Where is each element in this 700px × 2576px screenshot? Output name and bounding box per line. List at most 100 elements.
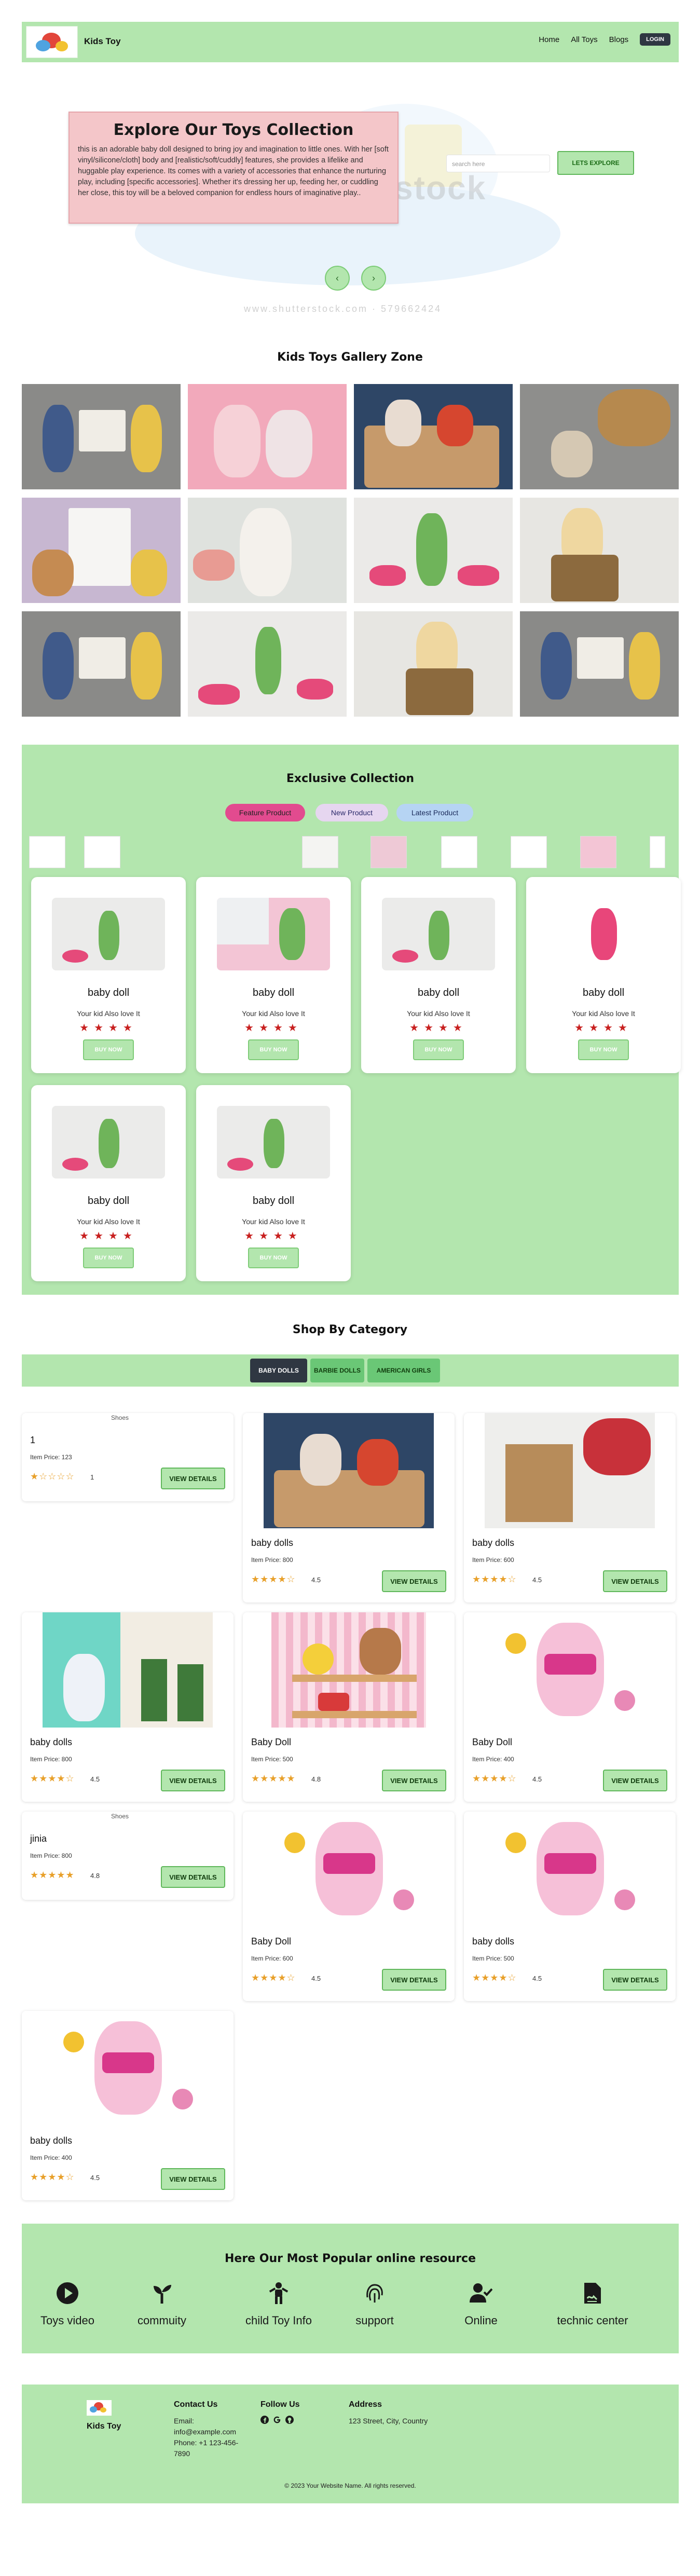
child-icon [269,2282,289,2304]
view-details-button[interactable]: VIEW DETAILS [382,1969,446,1991]
rating-value: 4.5 [311,1576,321,1584]
tab-american-girls[interactable]: AMERICAN GIRLS [367,1359,440,1382]
product-image [52,898,165,970]
resource-child-toy-info[interactable]: child Toy Info [240,2282,318,2327]
gallery-image [520,611,679,717]
hero-search-input[interactable]: search here [446,155,550,172]
card-price: Item Price: 800 [251,1556,293,1564]
gallery-image [188,611,347,717]
category-card: baby dolls Item Price: 400 ★★★★☆ 4.5 VIE… [22,2011,234,2200]
carousel-thumbnail[interactable] [29,836,65,868]
login-button[interactable]: LOGIN [640,33,670,46]
github-icon[interactable] [285,2416,294,2424]
product-image [382,898,495,970]
carousel-thumbnail[interactable] [441,836,477,868]
gallery-image [22,498,181,603]
hero-watermark: stock [394,169,487,207]
footer-brand: Kids Toy [87,2422,121,2431]
resource-community[interactable]: commuity [131,2282,193,2327]
resource-label: child Toy Info [245,2314,312,2327]
file-signature-icon [584,2283,601,2304]
carousel-prev-button[interactable]: ‹ [325,266,350,291]
chevron-right-icon: › [372,272,375,283]
hero-title: Explore Our Toys Collection [113,121,354,139]
tab-barbie-dolls[interactable]: BARBIE DOLLS [310,1359,364,1382]
tab-baby-dolls[interactable]: BABY DOLLS [250,1359,307,1382]
card-price: Item Price: 500 [472,1955,514,1962]
resource-toys-video[interactable]: Toys video [36,2282,99,2327]
view-details-button[interactable]: VIEW DETAILS [603,1570,667,1592]
carousel-thumbnail[interactable] [580,836,616,868]
product-card: baby doll Your kid Also love It ★★★★ BUY… [31,1085,186,1281]
card-price: Item Price: 800 [30,1756,72,1763]
rating-value: 4.5 [311,1975,321,1982]
gallery-title: Kids Toys Gallery Zone [277,351,423,364]
view-details-button[interactable]: VIEW DETAILS [382,1570,446,1592]
carousel-thumbnail[interactable] [302,836,338,868]
product-card: baby doll Your kid Also love It ★★★★ BUY… [31,877,186,1073]
view-details-button[interactable]: VIEW DETAILS [161,1770,225,1791]
carousel-thumbnail[interactable] [84,836,120,868]
card-image [485,1413,655,1528]
carousel-next-button[interactable]: › [361,266,386,291]
view-details-button[interactable]: VIEW DETAILS [603,1770,667,1791]
nav-link-blogs[interactable]: Blogs [609,35,629,44]
hero-watermark-id: www.shutterstock.com · 579662424 [244,304,442,314]
product-subtitle: Your kid Also love It [242,1217,305,1226]
tab-new-product[interactable]: New Product [315,804,388,821]
hero-text: this is an adorable baby doll designed t… [78,145,389,197]
product-rating-stars: ★★★★ [409,1022,468,1034]
buy-now-button[interactable]: BUY NOW [83,1248,134,1268]
product-rating-stars: ★★★★ [574,1022,633,1034]
view-details-button[interactable]: VIEW DETAILS [603,1969,667,1991]
google-icon[interactable] [273,2416,281,2424]
rating-value: 4.5 [532,1975,542,1982]
buy-now-button[interactable]: BUY NOW [248,1248,299,1268]
view-details-button[interactable]: VIEW DETAILS [161,2168,225,2190]
card-title: baby dolls [30,1737,73,1747]
carousel-thumbnail[interactable] [650,836,665,868]
rating-stars: ★★★★☆ [30,1773,75,1784]
carousel-thumbnail[interactable] [511,836,547,868]
facebook-icon[interactable] [260,2416,269,2424]
broken-image-alt: Shoes [111,1414,129,1421]
nav-link-home[interactable]: Home [539,35,559,44]
buy-now-button[interactable]: BUY NOW [578,1039,629,1060]
buy-now-button[interactable]: BUY NOW [413,1039,464,1060]
product-title: baby doll [582,987,625,998]
view-details-button[interactable]: VIEW DETAILS [382,1770,446,1791]
category-card: Baby Doll Item Price: 400 ★★★★☆ 4.5 VIEW… [464,1612,676,1802]
brand-name[interactable]: Kids Toy [84,36,121,47]
tab-feature-product[interactable]: Feature Product [225,804,305,821]
product-subtitle: Your kid Also love It [407,1009,470,1018]
product-rating-stars: ★★★★ [244,1022,303,1034]
resource-support[interactable]: support [344,2282,406,2327]
nav-link-all-toys[interactable]: All Toys [571,35,597,44]
product-subtitle: Your kid Also love It [242,1009,305,1018]
card-title: jinia [30,1833,47,1844]
lets-explore-button[interactable]: LETS EXPLORE [557,151,634,175]
resource-label: commuity [137,2314,187,2327]
footer-copyright: © 2023 Your Website Name. All rights res… [284,2482,416,2489]
footer-address: 123 Street, City, Country [349,2417,428,2425]
footer-phone-cont: 7890 [174,2449,190,2458]
footer-logo[interactable] [87,2400,112,2416]
footer-email-link[interactable]: info@example.com [174,2427,236,2437]
resource-label: Online [464,2314,498,2327]
view-details-button[interactable]: VIEW DETAILS [161,1866,225,1888]
card-price: Item Price: 600 [472,1556,514,1564]
rating-value: 4.5 [532,1576,542,1584]
buy-now-button[interactable]: BUY NOW [248,1039,299,1060]
carousel-thumbnail[interactable] [370,836,407,868]
brand-logo[interactable] [26,26,78,58]
product-card: baby doll Your kid Also love It ★★★★ BUY… [361,877,516,1073]
resource-technic-center[interactable]: technic center [551,2282,634,2327]
product-card: baby doll Your kid Also love It ★★★★ BUY… [196,1085,351,1281]
view-details-button[interactable]: VIEW DETAILS [161,1468,225,1489]
popular-resources-section: Here Our Most Popular online resource To… [22,2224,679,2353]
product-rating-stars: ★★★★ [79,1230,138,1242]
buy-now-button[interactable]: BUY NOW [83,1039,134,1060]
card-price: Item Price: 400 [472,1756,514,1763]
resource-online[interactable]: Online [450,2282,512,2327]
tab-latest-product[interactable]: Latest Product [396,804,473,821]
